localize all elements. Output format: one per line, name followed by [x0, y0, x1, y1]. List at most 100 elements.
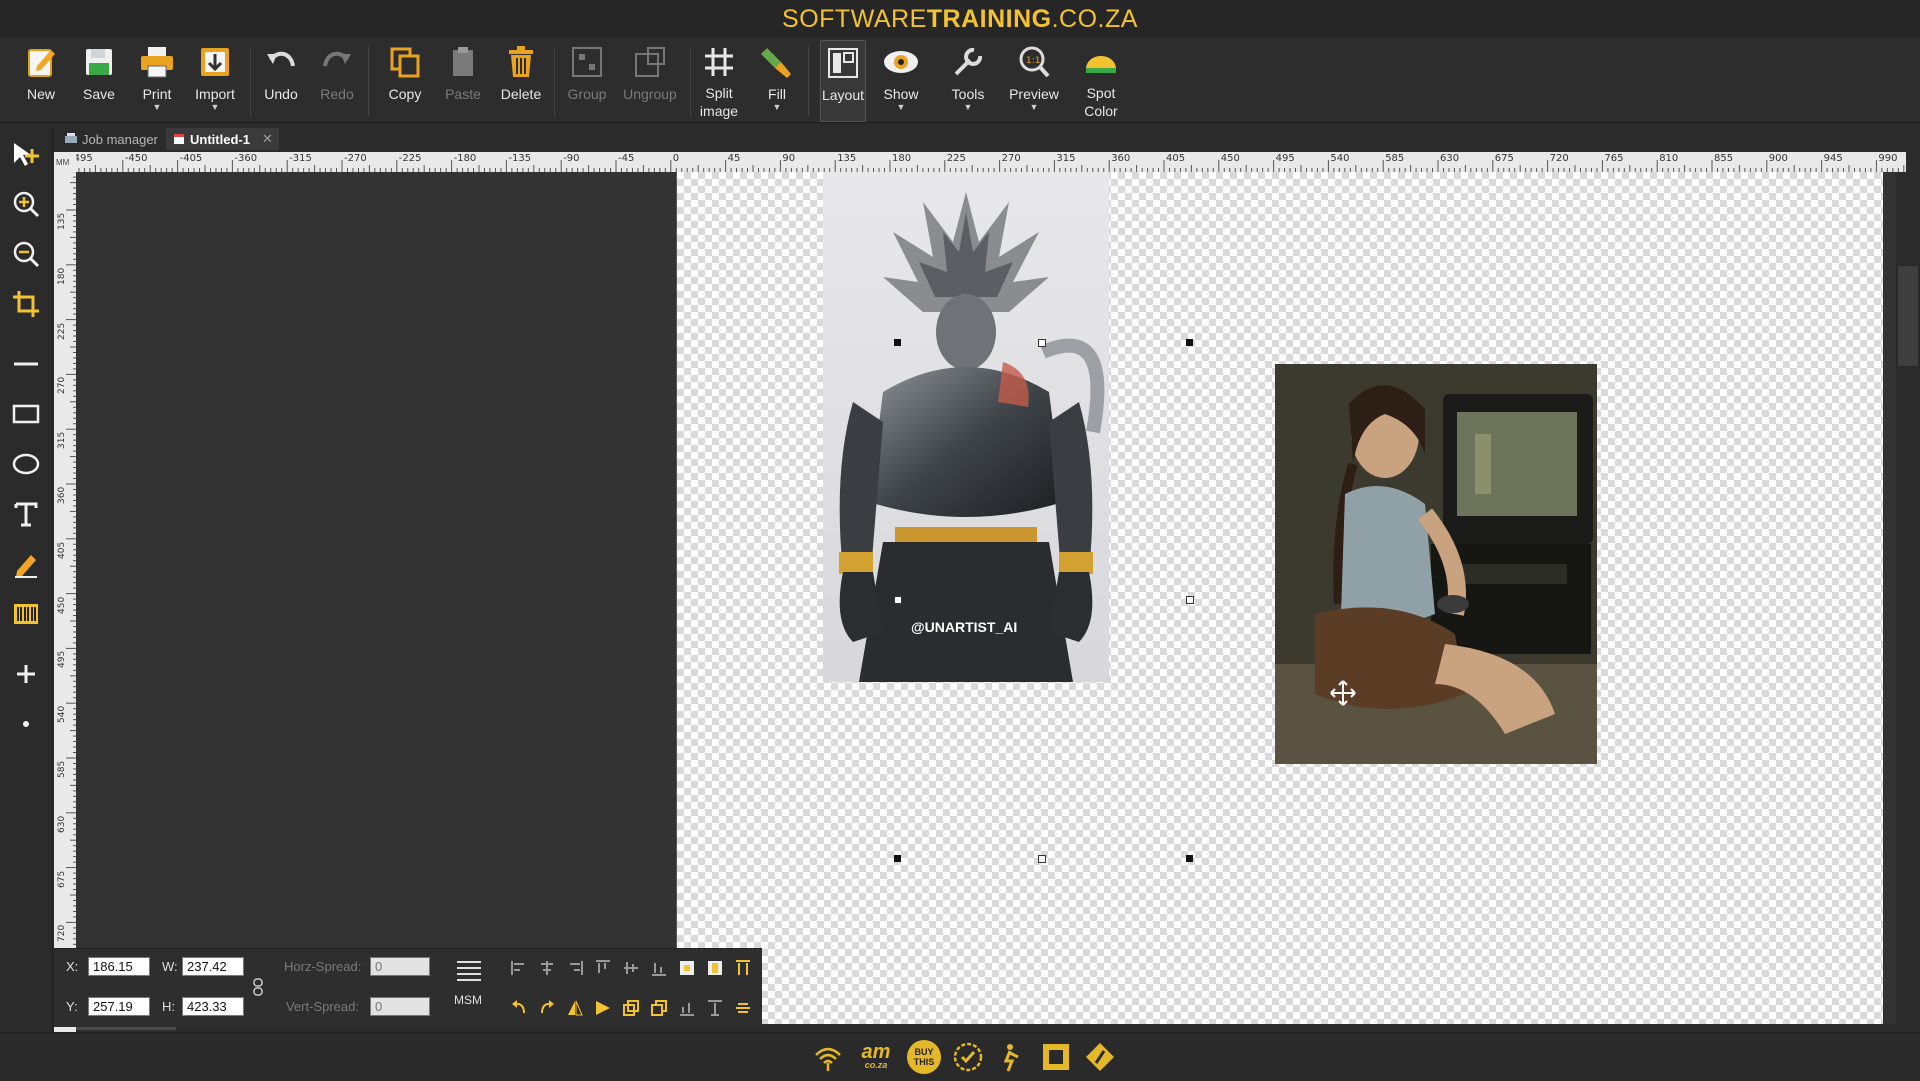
bring-forward-icon[interactable]: [620, 997, 642, 1019]
spot-color-button[interactable]: Spot Color: [1078, 40, 1124, 120]
flip-horizontal-icon[interactable]: [564, 997, 586, 1019]
distribute-icon[interactable]: [732, 957, 754, 979]
ruler-label: 225: [57, 322, 67, 340]
import-icon: [196, 43, 234, 81]
ungroup-button[interactable]: Ungroup: [620, 40, 680, 120]
flip-vertical-icon[interactable]: [592, 997, 614, 1019]
am-logo[interactable]: am co.za: [854, 1039, 898, 1075]
chevron-down-icon[interactable]: ▼: [773, 103, 782, 112]
selection-handle[interactable]: [894, 855, 901, 862]
chevron-down-icon[interactable]: ▼: [897, 103, 906, 112]
tab-untitled-1[interactable]: Untitled-1 ✕: [166, 128, 279, 150]
rectangle-tool-icon[interactable]: [6, 394, 46, 434]
width-input[interactable]: [182, 957, 244, 976]
align-center-icon[interactable]: [536, 957, 558, 979]
diamond-logo-icon[interactable]: [1082, 1039, 1118, 1075]
close-icon[interactable]: ✕: [262, 131, 273, 147]
pencil-tool-icon[interactable]: [6, 544, 46, 584]
chevron-down-icon[interactable]: ▼: [1030, 103, 1039, 112]
preview-button[interactable]: 1:1 Preview ▼: [1008, 40, 1060, 120]
canvas-image-character[interactable]: @UNARTIST_AI: [823, 172, 1109, 682]
figure-logo-icon[interactable]: [994, 1039, 1030, 1075]
ruler-label: 675: [57, 870, 67, 888]
delete-label: Delete: [500, 86, 542, 102]
rotate-left-icon[interactable]: [508, 997, 530, 1019]
selection-handle[interactable]: [894, 339, 901, 346]
height-input[interactable]: [182, 997, 244, 1016]
ruler-label: 900: [1768, 153, 1788, 164]
badge-logo-icon[interactable]: [950, 1039, 986, 1075]
selection-handle[interactable]: [1186, 339, 1193, 346]
select-tool-icon[interactable]: [6, 134, 46, 174]
align-right-icon[interactable]: [564, 957, 586, 979]
selection-handle[interactable]: [1038, 855, 1046, 863]
arrange-icon[interactable]: [732, 997, 754, 1019]
group-button[interactable]: Group: [562, 40, 612, 120]
import-button[interactable]: Import ▼: [190, 40, 240, 120]
undo-button[interactable]: Undo: [258, 40, 304, 120]
space-horizontal-icon[interactable]: [676, 997, 698, 1019]
redo-button[interactable]: Redo: [314, 40, 360, 120]
ruler-label: 225: [946, 153, 966, 164]
x-label: X:: [66, 959, 79, 974]
new-label: New: [26, 86, 55, 102]
center-vertical-icon[interactable]: [704, 957, 726, 979]
selection-handle[interactable]: [1186, 855, 1193, 862]
svg-text:1:1: 1:1: [1026, 56, 1040, 66]
vert-spread-input[interactable]: [370, 997, 430, 1016]
y-position-input[interactable]: [88, 997, 150, 1016]
redo-icon: [318, 43, 356, 81]
chevron-down-icon[interactable]: ▼: [153, 103, 162, 112]
selection-handle[interactable]: [1186, 596, 1194, 604]
crop-icon[interactable]: [6, 284, 46, 324]
center-horizontal-icon[interactable]: [676, 957, 698, 979]
gamer-photo-image: [1275, 364, 1597, 764]
text-tool-icon[interactable]: [6, 494, 46, 534]
split-image-button[interactable]: Split image: [696, 40, 742, 120]
show-button[interactable]: Show ▼: [878, 40, 924, 120]
new-button[interactable]: New: [18, 40, 64, 120]
barcode-tool-icon[interactable]: [6, 594, 46, 634]
selection-handle[interactable]: [1038, 339, 1046, 347]
toolbar-divider: [554, 46, 555, 116]
horz-spread-input[interactable]: [370, 957, 430, 976]
align-bottom-icon[interactable]: [648, 957, 670, 979]
delete-button[interactable]: Delete: [496, 40, 546, 120]
zoom-in-icon[interactable]: [6, 184, 46, 224]
align-top-icon[interactable]: [592, 957, 614, 979]
link-aspect-icon[interactable]: [252, 977, 264, 997]
chevron-down-icon[interactable]: ▼: [211, 103, 220, 112]
zoom-out-icon[interactable]: [6, 234, 46, 274]
square-logo-icon[interactable]: [1038, 1039, 1074, 1075]
copy-button[interactable]: Copy: [382, 40, 428, 120]
vertical-scrollbar[interactable]: [1896, 172, 1920, 1032]
toolbar-divider: [368, 46, 369, 116]
move-cursor-icon: [1330, 680, 1356, 706]
align-left-icon[interactable]: [508, 957, 530, 979]
send-backward-icon[interactable]: [648, 997, 670, 1019]
align-middle-icon[interactable]: [620, 957, 642, 979]
chevron-down-icon[interactable]: ▼: [964, 103, 973, 112]
line-tool-icon[interactable]: [6, 344, 46, 384]
paste-button[interactable]: Paste: [440, 40, 486, 120]
align-lines-icon[interactable]: [454, 957, 484, 983]
fill-button[interactable]: Fill ▼: [756, 40, 798, 120]
scrollbar-thumb[interactable]: [1898, 266, 1918, 366]
buy-this-logo[interactable]: BUY THIS: [906, 1039, 942, 1075]
ellipse-tool-icon[interactable]: [6, 444, 46, 484]
tab-job-manager[interactable]: Job manager: [58, 128, 164, 150]
am-logo-sub: co.za: [864, 1060, 888, 1070]
add-icon[interactable]: [6, 654, 46, 694]
save-button[interactable]: Save: [76, 40, 122, 120]
rotate-right-icon[interactable]: [536, 997, 558, 1019]
canvas-image-photo[interactable]: [1275, 364, 1597, 764]
layout-button[interactable]: Layout: [820, 40, 866, 122]
space-vertical-icon[interactable]: [704, 997, 726, 1019]
print-button[interactable]: Print ▼: [132, 40, 182, 120]
selection-handle[interactable]: [894, 596, 902, 604]
point-tool-icon[interactable]: [6, 704, 46, 744]
wifi-logo-icon[interactable]: [810, 1039, 846, 1075]
eye-icon: [882, 43, 920, 81]
x-position-input[interactable]: [88, 957, 150, 976]
tools-button[interactable]: Tools ▼: [946, 40, 990, 120]
